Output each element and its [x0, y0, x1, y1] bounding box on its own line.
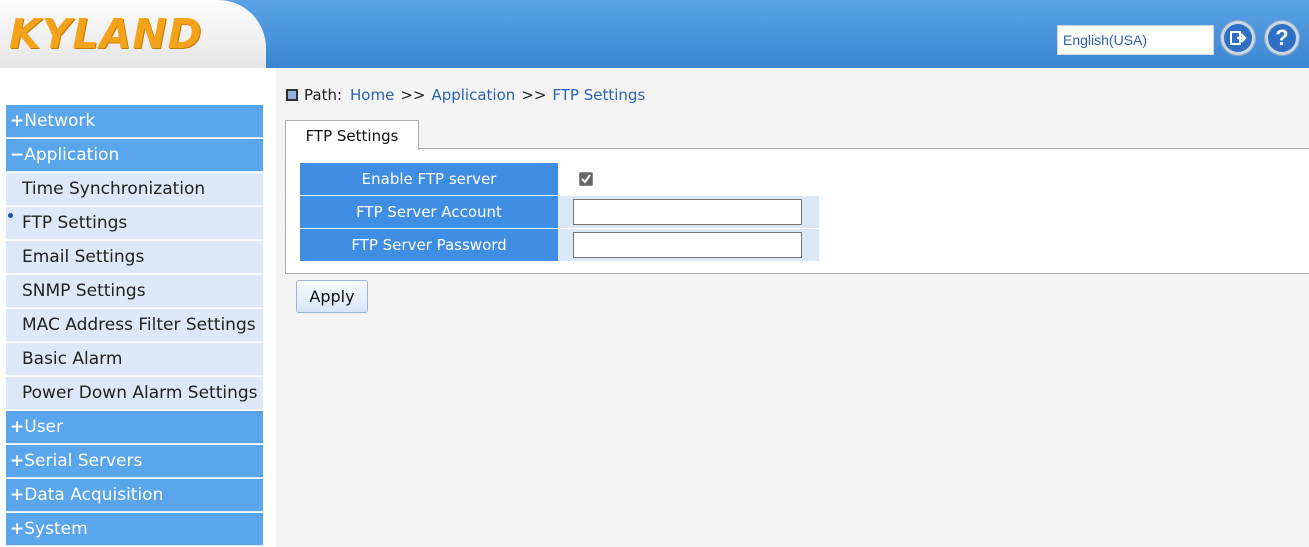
checkmark-icon — [581, 174, 591, 184]
breadcrumb-home[interactable]: Home — [350, 86, 394, 104]
sidebar-item-time-synchronization[interactable]: Time Synchronization — [6, 173, 263, 206]
expand-icon: + — [10, 417, 25, 437]
sidebar-item-label: FTP Settings — [22, 213, 128, 233]
breadcrumb-separator: >> — [400, 86, 426, 104]
settings-panel: Enable FTP server FTP Server Account FTP… — [285, 148, 1309, 274]
enable-ftp-row: Enable FTP server — [300, 163, 819, 195]
language-select[interactable]: English(USA) — [1057, 25, 1214, 55]
help-question-icon: ? — [1268, 24, 1296, 52]
sidebar-item-label: User — [24, 417, 63, 437]
breadcrumb: Path: Home >> Application >> FTP Setting… — [286, 86, 645, 104]
sidebar-category-system[interactable]: + System — [6, 513, 263, 546]
sidebar-item-label: Basic Alarm — [22, 349, 123, 369]
breadcrumb-application[interactable]: Application — [431, 86, 515, 104]
expand-icon: + — [10, 485, 25, 505]
help-button[interactable]: ? — [1264, 20, 1300, 56]
active-bullet-icon — [8, 213, 13, 218]
expand-icon: + — [10, 111, 25, 131]
sidebar-item-label: Data Acquisition — [24, 485, 164, 505]
ftp-account-label: FTP Server Account — [300, 196, 558, 228]
breadcrumb-prefix: Path: — [304, 86, 343, 104]
sidebar-item-label: Network — [24, 111, 96, 131]
main-content: Path: Home >> Application >> FTP Setting… — [276, 68, 1309, 547]
sidebar-item-mac-address-filter-settings[interactable]: MAC Address Filter Settings — [6, 309, 263, 342]
logo-area: KYLAND — [0, 0, 266, 68]
enable-ftp-checkbox[interactable] — [579, 172, 593, 186]
sidebar-item-label: Power Down Alarm Settings — [22, 383, 258, 403]
sidebar-item-email-settings[interactable]: Email Settings — [6, 241, 263, 274]
ftp-password-input[interactable] — [573, 232, 802, 258]
path-square-icon — [286, 89, 298, 101]
sidebar-category-network[interactable]: + Network — [6, 105, 263, 138]
ftp-account-row: FTP Server Account — [300, 196, 819, 228]
apply-button[interactable]: Apply — [296, 280, 368, 313]
logout-button[interactable] — [1220, 20, 1256, 56]
sidebar-category-application[interactable]: − Application — [6, 139, 263, 172]
ftp-password-row: FTP Server Password — [300, 229, 819, 261]
sidebar-item-label: System — [24, 519, 88, 539]
sidebar-item-label: Serial Servers — [24, 451, 143, 471]
expand-icon: + — [10, 451, 25, 471]
sidebar-category-data-acquisition[interactable]: + Data Acquisition — [6, 479, 263, 512]
sidebar-item-basic-alarm[interactable]: Basic Alarm — [6, 343, 263, 376]
ftp-account-input[interactable] — [573, 199, 802, 225]
breadcrumb-ftp-settings[interactable]: FTP Settings — [552, 86, 645, 104]
expand-icon: + — [10, 519, 25, 539]
logout-arrow-icon — [1224, 24, 1252, 52]
collapse-icon: − — [10, 145, 25, 165]
kyland-logo: KYLAND — [9, 10, 203, 58]
breadcrumb-separator: >> — [521, 86, 547, 104]
sidebar-item-ftp-settings[interactable]: FTP Settings — [6, 207, 263, 240]
tab-ftp-settings[interactable]: FTP Settings — [285, 120, 419, 150]
sidebar-category-user[interactable]: + User — [6, 411, 263, 444]
sidebar-category-serial-servers[interactable]: + Serial Servers — [6, 445, 263, 478]
enable-ftp-label: Enable FTP server — [300, 163, 558, 195]
sidebar-item-snmp-settings[interactable]: SNMP Settings — [6, 275, 263, 308]
sidebar-item-label: Email Settings — [22, 247, 145, 267]
sidebar-item-label: MAC Address Filter Settings — [22, 315, 256, 335]
sidebar-item-label: Time Synchronization — [22, 179, 206, 199]
ftp-password-label: FTP Server Password — [300, 229, 558, 261]
sidebar: + Network − Application Time Synchronization… — [0, 68, 266, 547]
sidebar-item-label: Application — [24, 145, 120, 165]
sidebar-item-power-down-alarm-settings[interactable]: Power Down Alarm Settings — [6, 377, 263, 410]
sidebar-item-label: SNMP Settings — [22, 281, 146, 301]
header-bar: KYLAND English(USA) ? — [0, 0, 1309, 68]
